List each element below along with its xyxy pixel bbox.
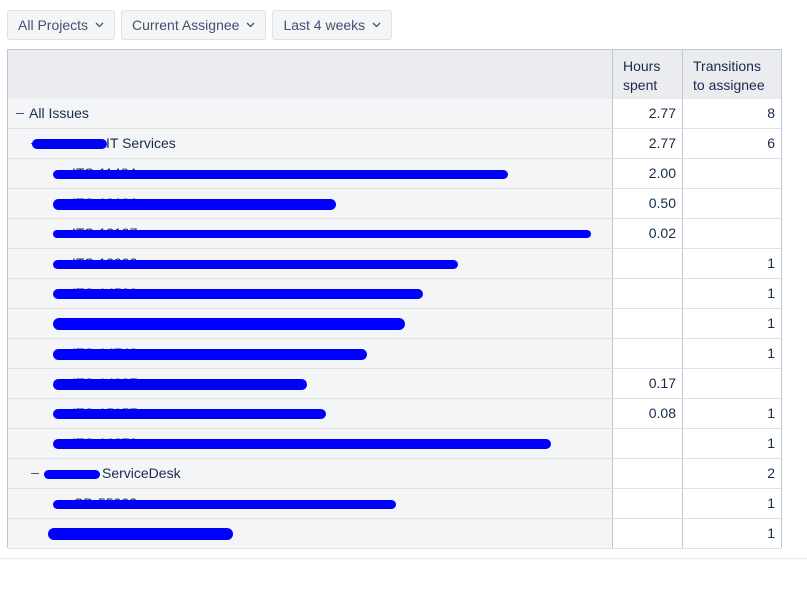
hours-spent-cell — [612, 279, 682, 308]
redaction-mark — [53, 348, 367, 360]
transitions-cell: 8 — [682, 99, 781, 128]
redaction-mark — [53, 439, 551, 449]
hours-spent-cell — [612, 309, 682, 338]
table-row-group[interactable]: All Issues 2.77 8 — [8, 99, 781, 129]
collapse-toggle-icon[interactable] — [31, 473, 39, 474]
group-label: IT Services — [106, 135, 176, 151]
report-table: Hours spent Transitions to assignee All … — [7, 49, 782, 549]
assignee-filter-button[interactable]: Current Assignee — [121, 10, 267, 40]
hours-spent-cell: 0.50 — [612, 189, 682, 218]
redaction-mark — [53, 289, 423, 299]
hours-spent-header[interactable]: Hours spent — [612, 50, 682, 99]
table-row-group[interactable]: IT Services 2.77 6 — [8, 129, 781, 159]
redaction-mark — [53, 499, 396, 509]
table-header: Hours spent Transitions to assignee — [8, 50, 781, 100]
filter-bar: All Projects Current Assignee Last 4 wee… — [7, 10, 393, 40]
transitions-cell: 2 — [682, 459, 781, 488]
redaction-mark — [53, 169, 508, 179]
collapse-toggle-icon[interactable] — [16, 113, 24, 114]
hours-spent-cell — [612, 519, 682, 548]
hours-spent-cell: 0.08 — [612, 399, 682, 428]
hours-spent-cell: 2.77 — [612, 99, 682, 128]
chevron-down-icon — [246, 22, 255, 28]
table-row-group[interactable]: ServiceDesk 2 — [8, 459, 781, 489]
transitions-header[interactable]: Transitions to assignee — [682, 50, 781, 99]
hours-spent-cell — [612, 429, 682, 458]
transitions-cell: 1 — [682, 489, 781, 518]
redaction-mark — [53, 259, 458, 269]
redaction-mark — [53, 230, 591, 238]
hours-spent-cell: 2.00 — [612, 159, 682, 188]
redaction-mark — [44, 469, 100, 479]
transitions-cell: 1 — [682, 249, 781, 278]
hours-spent-cell: 0.02 — [612, 219, 682, 248]
transitions-cell: 1 — [682, 339, 781, 368]
transitions-cell — [682, 159, 781, 188]
project-filter-button[interactable]: All Projects — [7, 10, 116, 40]
redaction-mark — [53, 318, 405, 330]
hours-spent-cell — [612, 489, 682, 518]
transitions-cell: 6 — [682, 129, 781, 158]
transitions-cell: 1 — [682, 519, 781, 548]
group-label: ServiceDesk — [102, 465, 181, 481]
redaction-mark — [53, 198, 336, 210]
redaction-mark — [53, 378, 307, 390]
chevron-down-icon — [95, 22, 104, 28]
transitions-cell: 1 — [682, 279, 781, 308]
group-label: All Issues — [29, 105, 89, 121]
transitions-cell — [682, 369, 781, 398]
row-name-cell: All Issues — [8, 99, 612, 128]
hours-spent-cell: 0.17 — [612, 369, 682, 398]
redaction-mark — [48, 528, 233, 540]
hours-spent-cell: 2.77 — [612, 129, 682, 158]
period-filter-button[interactable]: Last 4 weeks — [272, 10, 393, 40]
assignee-filter-label: Current Assignee — [132, 17, 240, 33]
redaction-mark — [32, 139, 107, 149]
transitions-cell: 1 — [682, 399, 781, 428]
hours-spent-cell — [612, 249, 682, 278]
transitions-cell — [682, 189, 781, 218]
hours-spent-cell — [612, 339, 682, 368]
chevron-down-icon — [372, 22, 381, 28]
period-filter-label: Last 4 weeks — [283, 17, 366, 33]
hours-spent-cell — [612, 459, 682, 488]
divider — [0, 558, 807, 559]
transitions-cell: 1 — [682, 429, 781, 458]
redaction-mark — [53, 409, 326, 419]
transitions-cell: 1 — [682, 309, 781, 338]
project-filter-label: All Projects — [18, 17, 89, 33]
transitions-cell — [682, 219, 781, 248]
